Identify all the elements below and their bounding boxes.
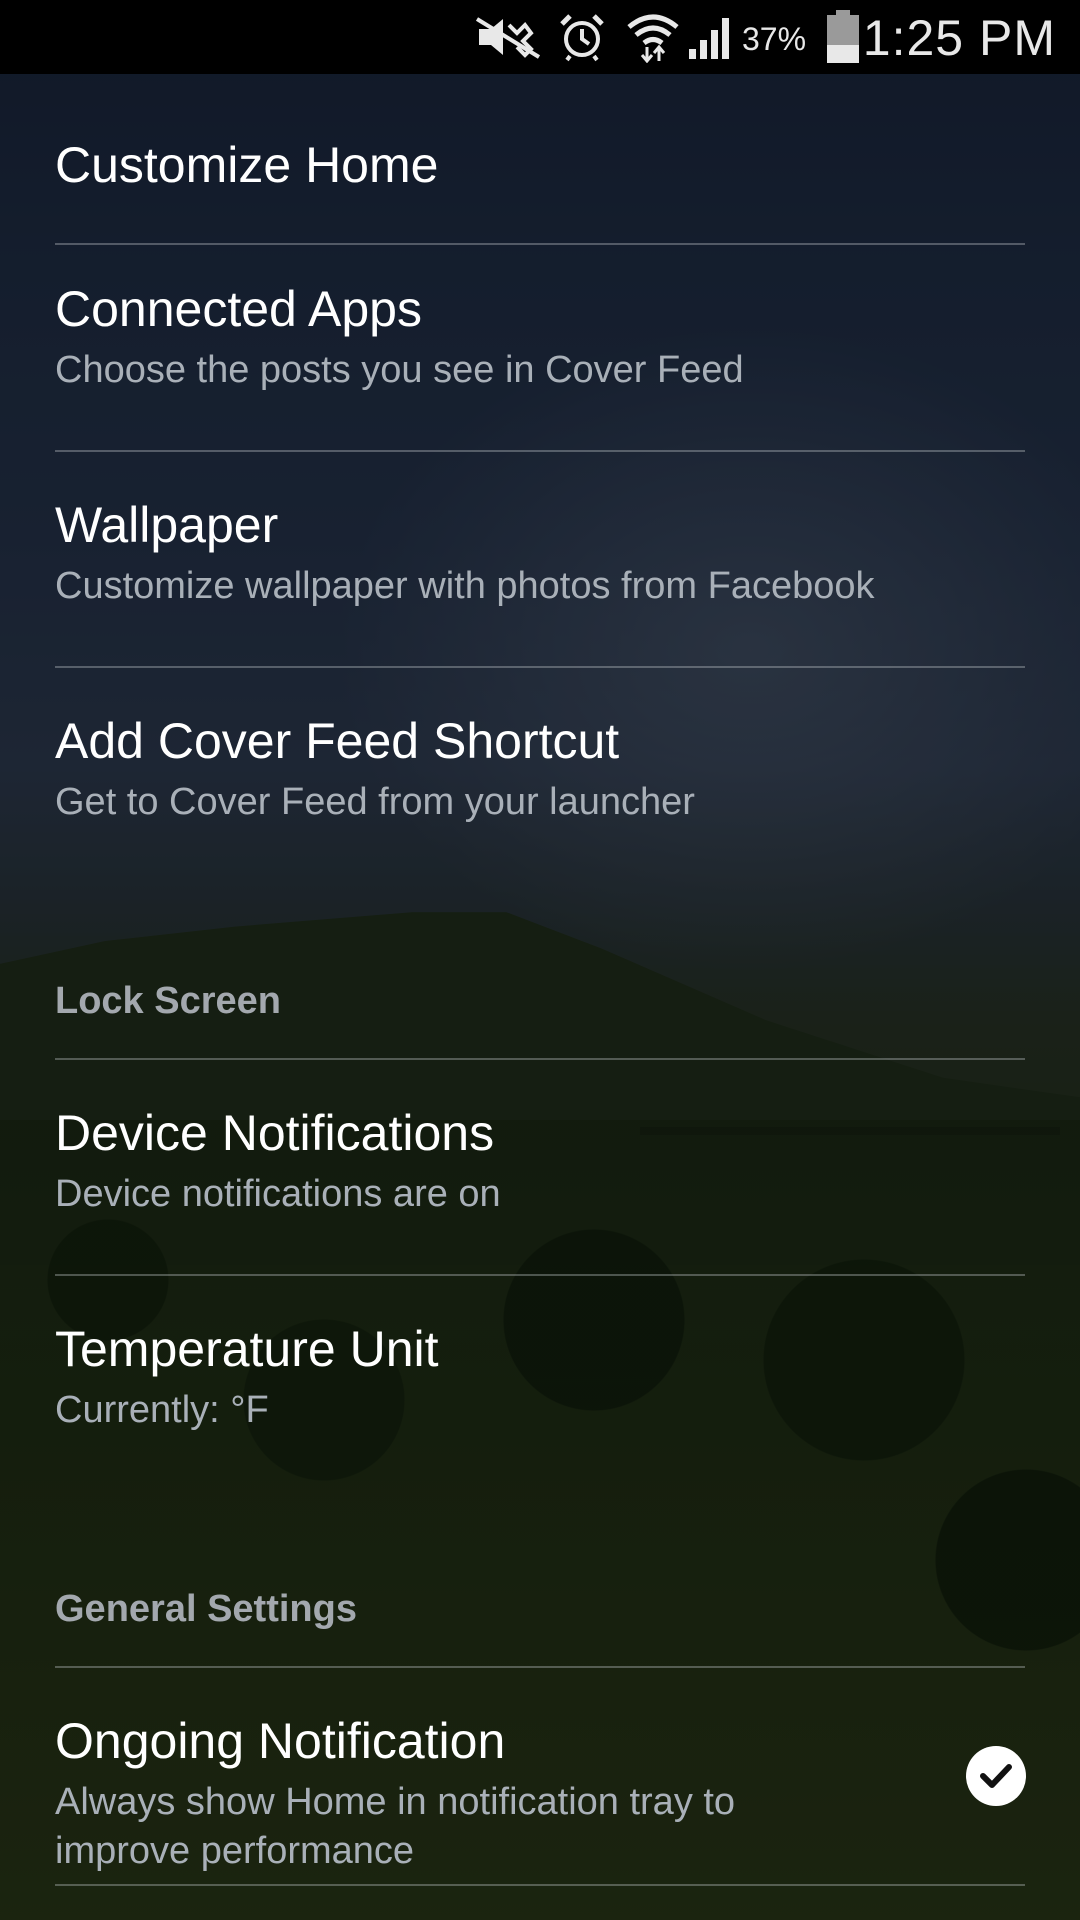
connected-apps-item[interactable]: Connected Apps Choose the posts you see …	[55, 246, 1025, 452]
clock: 1:25 PM	[862, 10, 1056, 66]
screen: 37% 1:25 PM Customize Home Connected App…	[0, 0, 1080, 1920]
status-bar: 37% 1:25 PM	[0, 0, 1080, 74]
connected-apps-title: Connected Apps	[55, 281, 422, 337]
wifi-icon	[622, 0, 684, 74]
checkmark-icon	[980, 1764, 1012, 1788]
cover-feed-shortcut-summary: Get to Cover Feed from your launcher	[55, 781, 695, 823]
battery-icon	[820, 0, 866, 74]
wallpaper-title: Wallpaper	[55, 497, 279, 553]
connected-apps-summary: Choose the posts you see in Cover Feed	[55, 349, 744, 391]
device-notifications-title: Device Notifications	[55, 1105, 495, 1161]
mute-icon	[470, 0, 548, 74]
lock-screen-category: Lock Screen	[55, 980, 281, 1022]
customize-home-item[interactable]: Customize Home	[55, 74, 1025, 244]
battery-percent: 37%	[742, 21, 807, 57]
cover-feed-shortcut-item[interactable]: Add Cover Feed Shortcut Get to Cover Fee…	[55, 668, 1025, 882]
alarm-icon	[554, 0, 610, 74]
ongoing-notification-summary: Always show Home in notification tray to…	[55, 1781, 736, 1872]
cover-feed-shortcut-title: Add Cover Feed Shortcut	[55, 713, 620, 769]
divider	[55, 1884, 1025, 1886]
device-notifications-item[interactable]: Device Notifications Device notification…	[55, 1060, 1025, 1274]
ongoing-notification-checkbox[interactable]	[966, 1746, 1026, 1806]
signal-icon	[686, 0, 738, 74]
temperature-unit-item[interactable]: Temperature Unit Currently: °F	[55, 1276, 1025, 1490]
general-settings-category: General Settings	[55, 1588, 357, 1630]
ongoing-notification-title: Ongoing Notification	[55, 1713, 506, 1769]
temperature-unit-title: Temperature Unit	[55, 1321, 439, 1377]
device-notifications-summary: Device notifications are on	[55, 1173, 501, 1215]
ongoing-notification-item[interactable]: Ongoing Notification Always show Home in…	[55, 1668, 1025, 1920]
wallpaper-item[interactable]: Wallpaper Customize wallpaper with photo…	[55, 452, 1025, 666]
wallpaper-summary: Customize wallpaper with photos from Fac…	[55, 565, 875, 607]
divider	[55, 243, 1025, 245]
customize-home-title: Customize Home	[55, 137, 439, 193]
temperature-unit-summary: Currently: °F	[55, 1389, 269, 1431]
